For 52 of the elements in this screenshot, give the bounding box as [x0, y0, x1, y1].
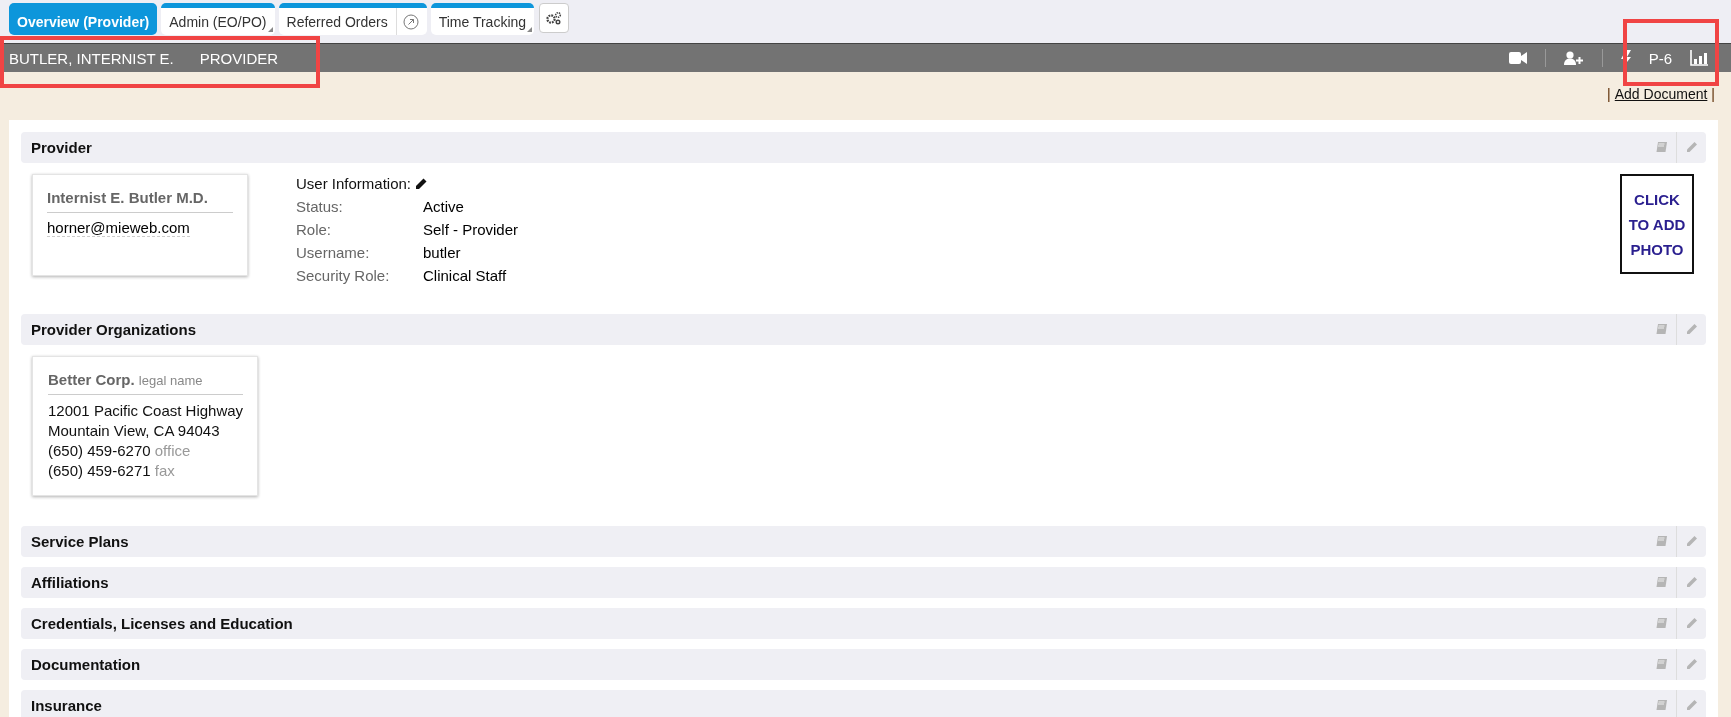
section-header[interactable]: Service Plans [21, 526, 1706, 557]
book-icon[interactable] [1655, 323, 1668, 336]
book-icon[interactable] [1655, 141, 1668, 154]
book-icon[interactable] [1655, 658, 1668, 671]
patient-name: BUTLER, INTERNIST E. [9, 49, 174, 67]
video-camera-icon[interactable] [1508, 52, 1527, 64]
address-line: Mountain View, CA 94043 [48, 421, 221, 441]
section-header[interactable]: Affiliations [21, 567, 1706, 598]
corner-caret-icon [267, 27, 273, 32]
bar-chart-icon[interactable] [1690, 50, 1708, 66]
separator-text: | [1607, 86, 1611, 103]
phone-type: office [154, 442, 191, 459]
field-value: Clinical Staff [423, 267, 508, 284]
field-value: Self - Provider [423, 221, 519, 238]
field-label: Username: [296, 244, 371, 261]
gears-icon [546, 11, 563, 25]
book-icon[interactable] [1655, 699, 1668, 712]
phone-type: fax [154, 462, 175, 479]
patient-code-label: P-6 [1648, 49, 1672, 67]
add-document-link[interactable]: Add Document [1614, 86, 1708, 103]
section-header[interactable]: Documentation [21, 649, 1706, 680]
phone-number: (650) 459-6271 [48, 462, 151, 479]
role-label: PROVIDER [199, 49, 279, 67]
name-note: legal name [138, 373, 203, 388]
phone-number: (650) 459-6270 [48, 442, 151, 459]
separator-text: | [1711, 86, 1715, 103]
section-header[interactable]: Provider Organizations [21, 314, 1706, 345]
organization-name: Better Corp. [48, 371, 135, 388]
add-user-icon[interactable] [1563, 51, 1584, 65]
field-value: Active [423, 198, 465, 215]
provider-name: Internist E. Butler M.D. [47, 189, 233, 213]
section-header[interactable]: Insurance [21, 690, 1706, 717]
field-label: Security Role: [296, 267, 391, 284]
user-info-title: User Information: [296, 175, 412, 192]
pencil-icon[interactable] [415, 177, 428, 190]
section-header[interactable]: Provider [21, 132, 1706, 163]
settings-button[interactable] [539, 3, 570, 33]
external-link-icon[interactable] [402, 13, 419, 30]
field-value: butler [423, 244, 462, 261]
field-label: Role: [296, 221, 333, 238]
book-icon[interactable] [1655, 576, 1668, 589]
section-header[interactable]: Credentials, Licenses and Education [21, 608, 1706, 639]
field-label: Status: [296, 198, 344, 215]
book-icon[interactable] [1655, 617, 1668, 630]
tab[interactable]: Admin (EO/PO) [161, 3, 275, 35]
tab[interactable]: Referred Orders [278, 3, 427, 35]
address-line: 12001 Pacific Coast Highway [48, 401, 244, 421]
add-photo-button[interactable]: CLICK TO ADD PHOTO [1620, 174, 1694, 274]
corner-caret-icon [527, 27, 533, 32]
book-icon[interactable] [1655, 535, 1668, 548]
email-text: horner@mieweb.com [47, 219, 190, 237]
tab[interactable]: Time Tracking [430, 3, 535, 35]
